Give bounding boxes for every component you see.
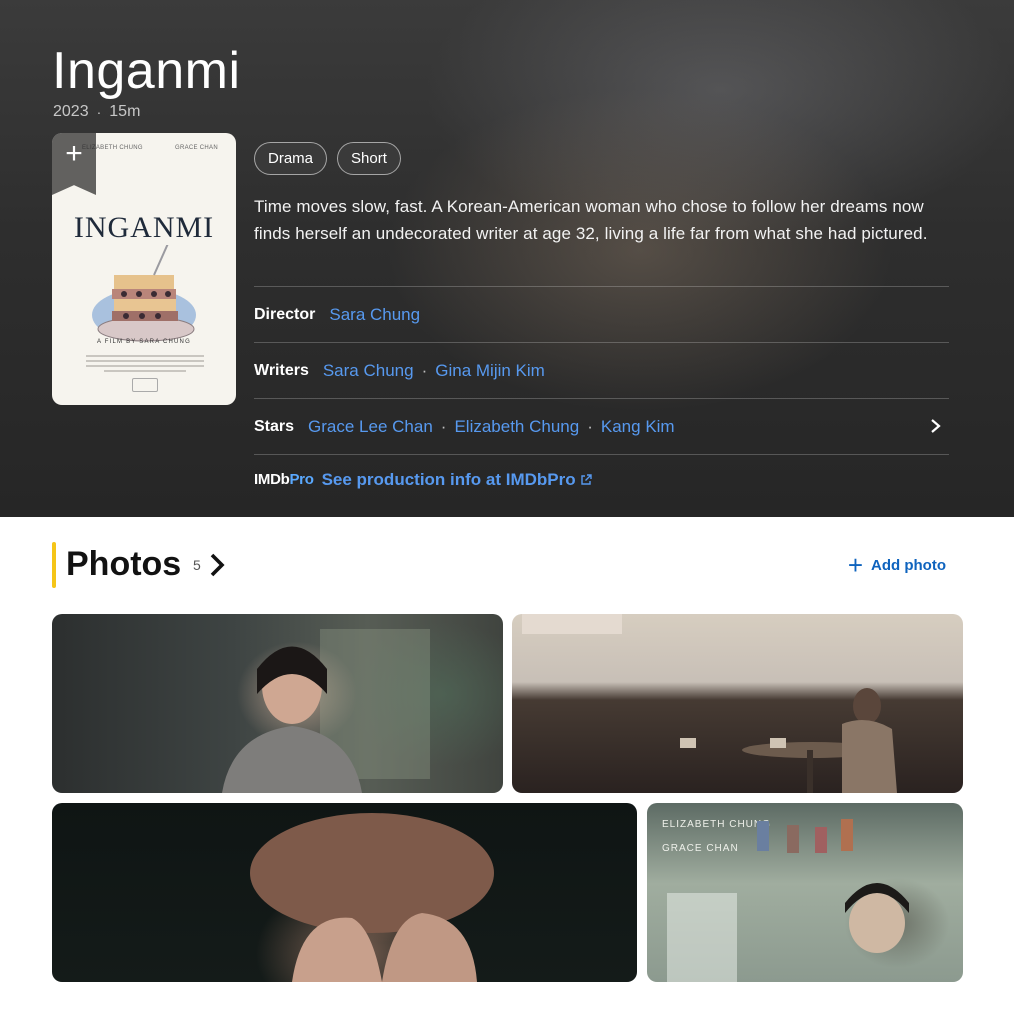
- poster-festival-logo: [132, 378, 158, 392]
- plot-summary: Time moves slow, fast. A Korean-American…: [254, 197, 928, 243]
- writer-link[interactable]: Sara Chung: [323, 361, 414, 381]
- poster-byline: A FILM BY SARA CHUNG: [97, 339, 191, 345]
- poster-cake-illustration: [92, 245, 196, 342]
- add-photo-button[interactable]: + Add photo: [847, 550, 946, 580]
- star-link[interactable]: Kang Kim: [601, 417, 675, 437]
- page-title: Inganmi: [52, 42, 241, 100]
- title-meta: 2023 · 15m: [53, 103, 140, 121]
- writers-row: Writers Sara Chung · Gina Mijin Kim: [254, 342, 949, 398]
- imdbpro-logo: IMDbPro: [254, 471, 314, 488]
- section-accent-bar: [52, 542, 56, 588]
- director-row: Director Sara Chung: [254, 286, 949, 342]
- writer-link[interactable]: Gina Mijin Kim: [435, 361, 545, 381]
- photo-scene: [250, 813, 494, 982]
- genre-chip[interactable]: Drama: [254, 142, 328, 175]
- credit-separator: ·: [421, 360, 428, 380]
- photos-section-header: Photos 5 + Add photo: [52, 542, 946, 588]
- title-hero: Inganmi 2023 · 15m ELIZABETH CHUNG GRACE…: [0, 0, 1014, 517]
- director-link[interactable]: Sara Chung: [329, 305, 420, 325]
- stars-row[interactable]: Stars Grace Lee Chan · Elizabeth Chung ·…: [254, 398, 949, 454]
- director-label: Director: [254, 305, 316, 323]
- photo-scene: [222, 629, 430, 793]
- imdbpro-row: IMDbPro See production info at IMDbPro: [254, 454, 949, 504]
- chevron-right-icon[interactable]: [207, 551, 227, 579]
- plus-icon: +: [847, 550, 864, 580]
- credit-separator: ·: [440, 416, 447, 436]
- photo-thumbnail[interactable]: [52, 614, 503, 793]
- writers-label: Writers: [254, 361, 309, 379]
- add-photo-label: Add photo: [871, 556, 946, 574]
- poster-title: INGANMI: [73, 211, 215, 244]
- photo-scene: [667, 819, 909, 982]
- release-year[interactable]: 2023: [53, 103, 89, 121]
- meta-separator: ·: [96, 104, 102, 120]
- imdbpro-logo-imdb: IMDb: [254, 471, 290, 488]
- imdbpro-logo-pro: Pro: [289, 471, 314, 488]
- genre-chips: Drama Short: [254, 142, 401, 175]
- genre-chip[interactable]: Short: [337, 142, 401, 175]
- credit-separator: ·: [587, 416, 593, 436]
- photo-thumbnail[interactable]: ELIZABETH CHUNG GRACE CHAN: [647, 803, 963, 982]
- stars-label: Stars: [254, 417, 295, 435]
- photo-thumbnail[interactable]: [52, 803, 637, 982]
- poster-credit-right: GRACE CHAN: [174, 145, 218, 151]
- photo-thumbnail[interactable]: [512, 614, 963, 793]
- runtime: 15m: [109, 103, 141, 120]
- imdbpro-link[interactable]: See production info at IMDbPro: [322, 470, 576, 490]
- chevron-right-icon[interactable]: [929, 416, 943, 436]
- photos-heading[interactable]: Photos: [66, 545, 181, 584]
- star-link[interactable]: Elizabeth Chung: [454, 417, 579, 437]
- photo-scene: [522, 614, 897, 793]
- photos-count: 5: [193, 557, 201, 573]
- poster-billing-block: [86, 355, 204, 375]
- external-link-icon: [580, 473, 592, 485]
- principal-credits: Director Sara Chung Writers Sara Chung ·…: [254, 286, 949, 504]
- star-link[interactable]: Grace Lee Chan: [308, 417, 433, 437]
